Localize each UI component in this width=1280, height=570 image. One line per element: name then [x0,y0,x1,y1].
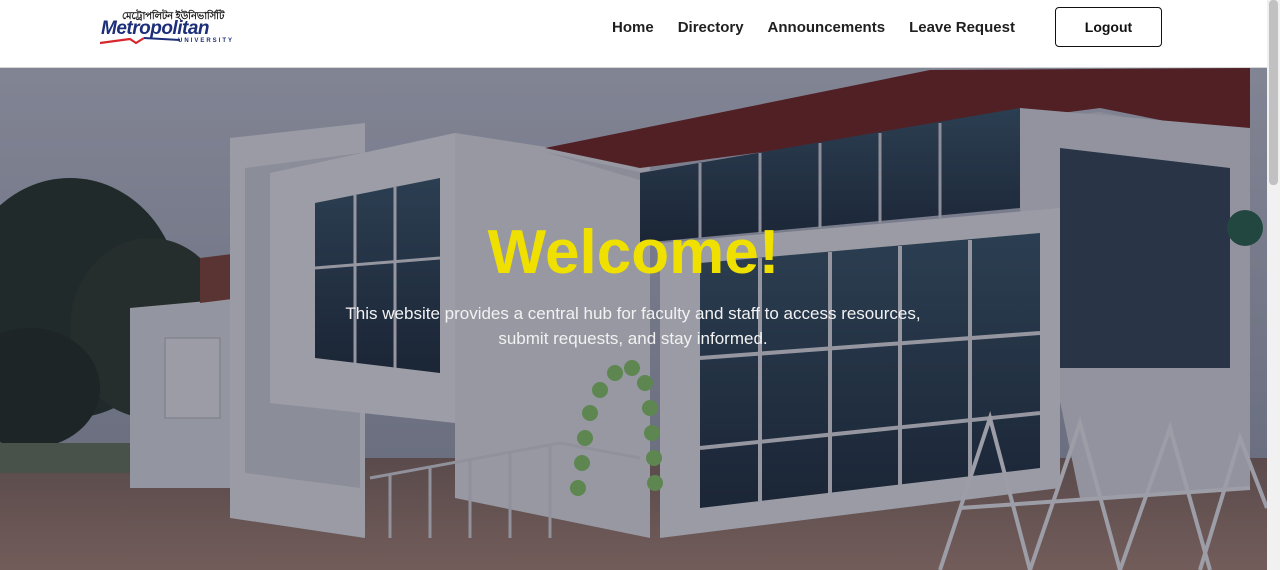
logo-subtitle-text: UNIVERSITY [178,38,235,44]
scrollbar-thumb[interactable] [1269,0,1278,185]
hero-title: Welcome! [487,218,780,287]
hero-section: Welcome! This website provides a central… [0,68,1267,570]
nav-link-directory[interactable]: Directory [678,18,744,38]
page-scrollbar[interactable] [1267,0,1280,570]
hero-description: This website provides a central hub for … [345,304,921,348]
top-navbar: মেট্রোপলিটন ইউনিভার্সিটি Metropolitan UN… [0,0,1267,68]
nav-link-home[interactable]: Home [612,18,654,38]
logout-button[interactable]: Logout [1055,7,1162,47]
logo-swoosh-icon [100,37,180,45]
university-logo[interactable]: মেট্রোপলিটন ইউনিভার্সিটি Metropolitan UN… [98,8,248,48]
nav-link-leave-request[interactable]: Leave Request [909,18,1015,38]
nav-link-announcements[interactable]: Announcements [768,18,886,38]
main-nav: Home Directory Announcements Leave Reque… [600,18,1027,38]
